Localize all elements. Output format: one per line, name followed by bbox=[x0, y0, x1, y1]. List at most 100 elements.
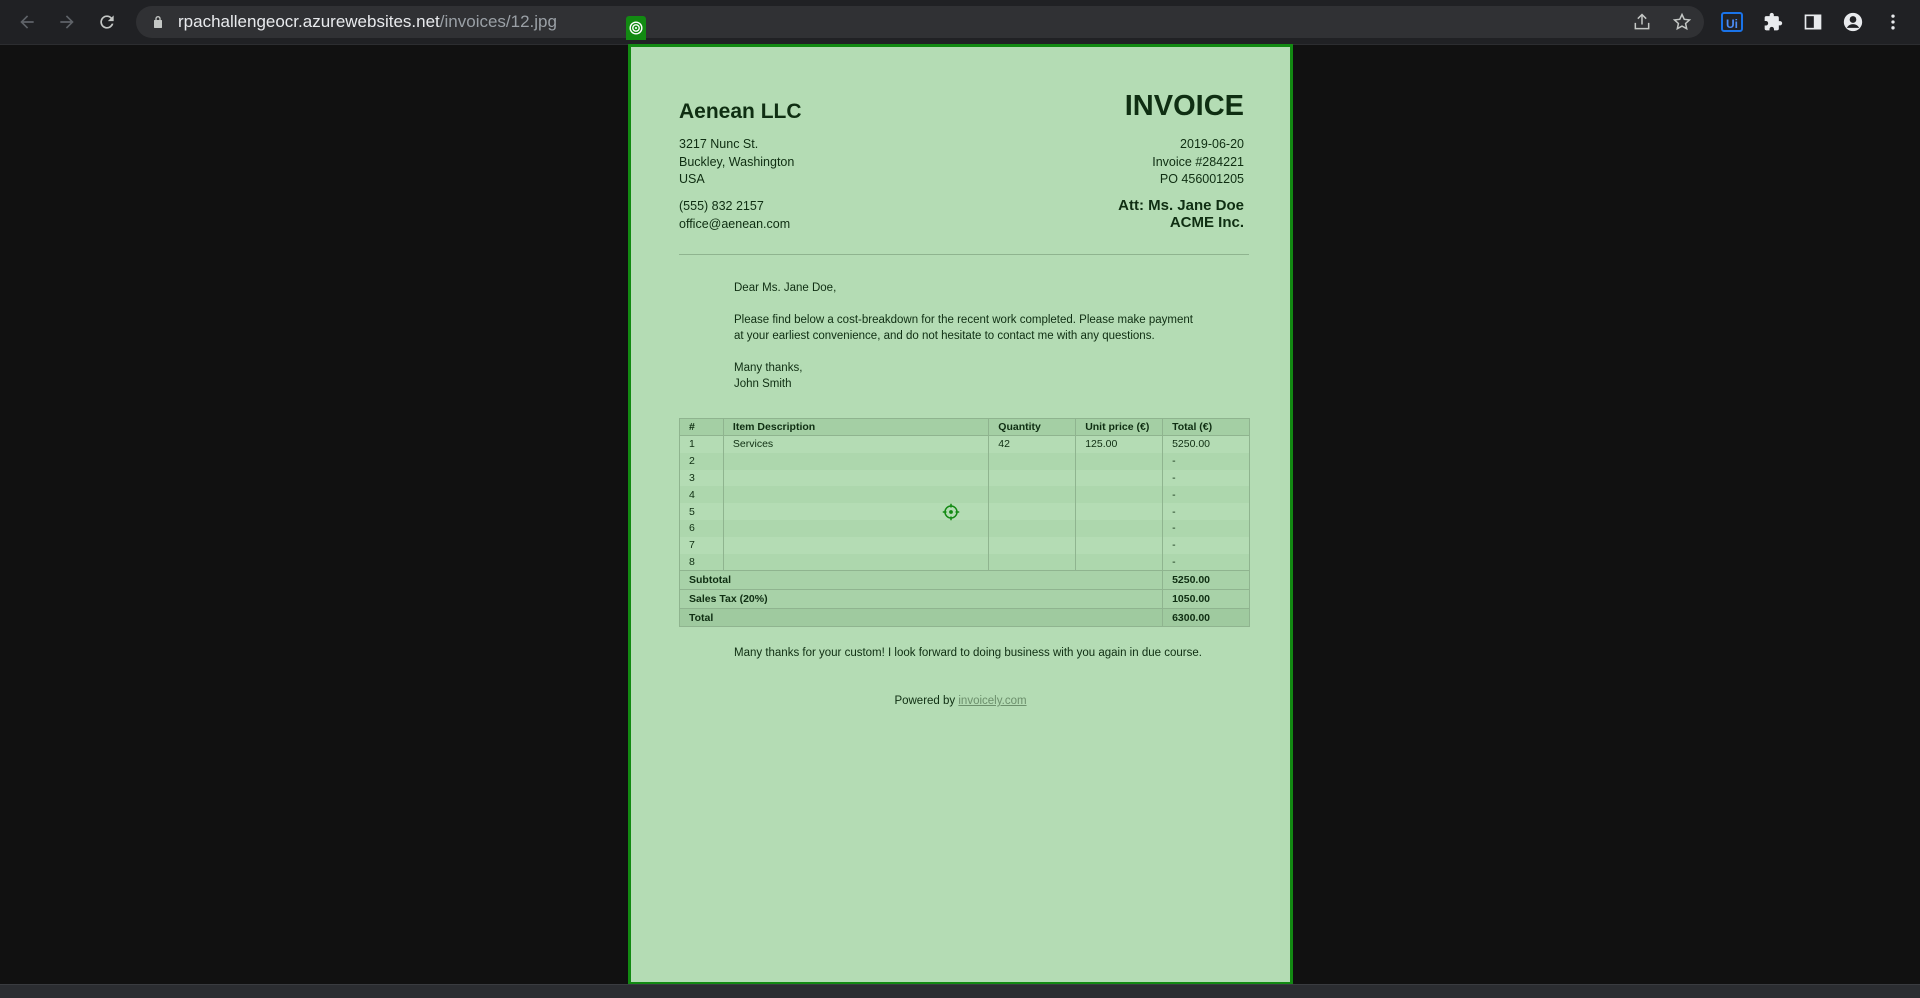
table-cell: 1 bbox=[679, 435, 724, 453]
letter-signature: John Smith bbox=[734, 378, 792, 390]
back-button[interactable] bbox=[13, 8, 41, 36]
table-cell bbox=[1075, 469, 1164, 487]
forward-button[interactable] bbox=[53, 8, 81, 36]
table-cell: 7 bbox=[679, 536, 724, 554]
invoice-title: INVOICE bbox=[1124, 90, 1244, 122]
uipath-extension-icon: Ui bbox=[1721, 12, 1743, 32]
url-text[interactable]: rpachallengeocr.azurewebsites.net/invoic… bbox=[178, 12, 557, 32]
table-cell: 2 bbox=[679, 452, 724, 470]
table-cell bbox=[723, 469, 990, 487]
table-cell bbox=[723, 452, 990, 470]
column-header: Item Description bbox=[723, 418, 990, 436]
table-row: 5- bbox=[679, 503, 1250, 520]
table-cell: 8 bbox=[679, 553, 724, 571]
letter-greeting: Dear Ms. Jane Doe, bbox=[734, 282, 837, 294]
powered-by: Powered by invoicely.com bbox=[631, 695, 1290, 707]
table-cell: 3 bbox=[679, 469, 724, 487]
invoicely-link[interactable]: invoicely.com bbox=[958, 695, 1026, 707]
tax-row: Sales Tax (20%) 1050.00 bbox=[679, 589, 1250, 609]
table-cell: - bbox=[1172, 539, 1176, 552]
side-panel-icon bbox=[1804, 14, 1822, 30]
url-path: /invoices/12.jpg bbox=[439, 12, 557, 31]
extensions-button[interactable] bbox=[1761, 10, 1785, 34]
table-cell: - bbox=[1162, 553, 1250, 571]
table-cell: 6 bbox=[679, 519, 724, 537]
company-contact: (555) 832 2157 office@aenean.com bbox=[679, 198, 790, 233]
address-bar[interactable]: rpachallengeocr.azurewebsites.net/invoic… bbox=[136, 6, 1704, 38]
table-cell bbox=[988, 553, 1077, 571]
attention-block: Att: Ms. Jane Doe ACME Inc. bbox=[1118, 197, 1244, 231]
share-icon[interactable] bbox=[1632, 12, 1652, 32]
table-cell: 125.00 bbox=[1075, 435, 1164, 453]
invoice-image[interactable]: Aenean LLC INVOICE 3217 Nunc St. Buckley… bbox=[628, 44, 1293, 985]
lock-icon bbox=[154, 16, 162, 28]
extensions-puzzle-icon bbox=[1764, 12, 1783, 31]
table-header-row: # Item Description Quantity Unit price (… bbox=[679, 418, 1250, 436]
address-line: 3217 Nunc St. bbox=[679, 137, 759, 151]
letter-body: Please find below a cost-breakdown for t… bbox=[734, 314, 1193, 342]
table-cell bbox=[1075, 519, 1164, 537]
table-cell bbox=[1075, 503, 1164, 520]
email-address: office@aenean.com bbox=[679, 216, 791, 231]
crosshair-icon bbox=[942, 503, 960, 521]
invoice-number: Invoice #284221 bbox=[1152, 154, 1244, 169]
menu-button[interactable] bbox=[1881, 10, 1905, 34]
table-row: 1 Services 42 125.00 5250.00 bbox=[679, 435, 1250, 453]
profile-icon bbox=[1843, 12, 1863, 32]
forward-icon bbox=[60, 15, 74, 29]
table-cell bbox=[1075, 486, 1164, 504]
reload-button[interactable] bbox=[93, 8, 121, 36]
table-row: 4- bbox=[679, 486, 1250, 504]
address-line: Buckley, Washington bbox=[679, 154, 795, 169]
status-strip bbox=[0, 984, 1920, 998]
cover-letter: Dear Ms. Jane Doe, Please find below a c… bbox=[734, 280, 1204, 408]
table-cell: 5250.00 bbox=[1172, 438, 1211, 451]
subtotal-row: Subtotal 5250.00 bbox=[679, 570, 1250, 590]
table-row: 2- bbox=[679, 452, 1250, 470]
table-cell: 4 bbox=[679, 486, 724, 504]
table-cell bbox=[988, 519, 1077, 537]
table-cell bbox=[988, 452, 1077, 470]
table-cell bbox=[988, 503, 1077, 520]
table-cell bbox=[723, 486, 990, 504]
element-picker-badge bbox=[626, 16, 646, 40]
table-cell bbox=[988, 486, 1077, 504]
powered-by-prefix: Powered by bbox=[894, 695, 956, 707]
table-cell: 42 bbox=[988, 435, 1077, 453]
invoice-meta: 2019-06-20 Invoice #284221 PO 456001205 bbox=[1152, 136, 1244, 189]
profile-button[interactable] bbox=[1841, 10, 1865, 34]
table-cell: 5 bbox=[679, 503, 724, 520]
url-host: rpachallengeocr.azurewebsites.net bbox=[178, 12, 440, 31]
attention-name: Att: Ms. Jane Doe bbox=[1118, 197, 1244, 214]
table-cell bbox=[988, 469, 1077, 487]
star-icon[interactable] bbox=[1672, 12, 1692, 32]
closing-note: Many thanks for your custom! I look forw… bbox=[734, 647, 1202, 659]
table-cell bbox=[1075, 553, 1164, 571]
menu-kebab-icon bbox=[1891, 14, 1895, 30]
company-name: Aenean LLC bbox=[679, 100, 802, 123]
column-header: Quantity bbox=[988, 418, 1077, 436]
table-cell: Services bbox=[723, 435, 990, 453]
invoice-date: 2019-06-20 bbox=[1180, 137, 1244, 151]
uipath-extension-button[interactable]: Ui bbox=[1720, 10, 1744, 34]
table-row: 8- bbox=[679, 553, 1250, 571]
total-value: 6300.00 bbox=[1162, 607, 1250, 627]
subtotal-value: 5250.00 bbox=[1162, 570, 1250, 590]
total-label: Total bbox=[679, 607, 1164, 627]
subtotal-label: Subtotal bbox=[679, 570, 1164, 590]
table-cell: - bbox=[1172, 505, 1176, 518]
table-row: 7- bbox=[679, 536, 1250, 554]
table-row: 3- bbox=[679, 469, 1250, 487]
table-cell bbox=[723, 536, 990, 554]
table-cell bbox=[723, 553, 990, 571]
table-cell bbox=[1075, 452, 1164, 470]
attention-company: ACME Inc. bbox=[1169, 214, 1244, 231]
back-icon bbox=[20, 15, 34, 29]
table-row: 6- bbox=[679, 519, 1250, 537]
address-line: USA bbox=[679, 172, 705, 186]
target-icon bbox=[629, 21, 643, 35]
phone-number: (555) 832 2157 bbox=[679, 199, 764, 213]
side-panel-button[interactable] bbox=[1801, 10, 1825, 34]
po-number: PO 456001205 bbox=[1159, 172, 1244, 186]
total-row: Total 6300.00 bbox=[679, 607, 1250, 627]
